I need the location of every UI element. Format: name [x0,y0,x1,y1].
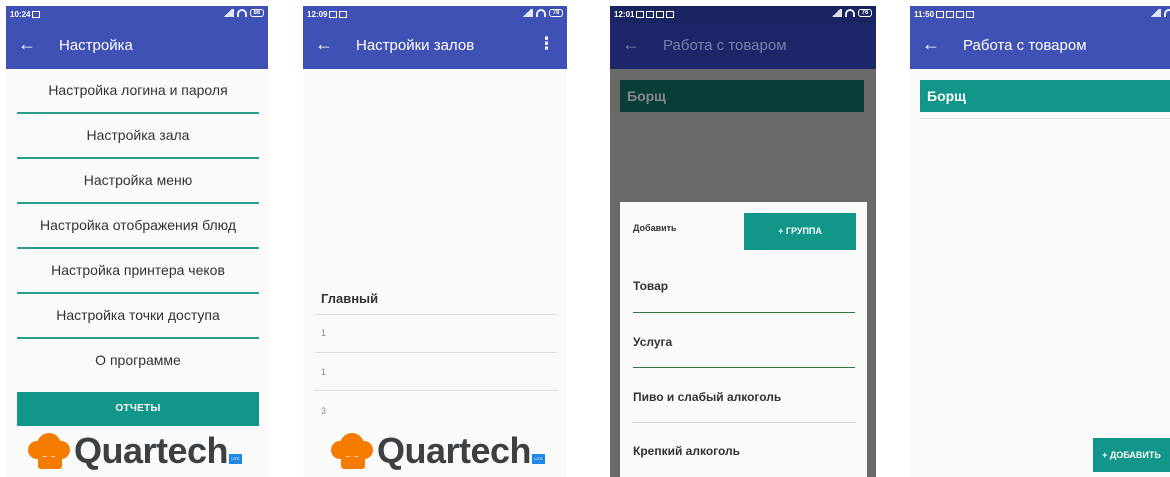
back-arrow-icon[interactable]: ← [18,34,36,54]
status-icons: 78 [521,9,563,17]
hall-row[interactable]: 3 [321,406,326,416]
wifi-icon [536,9,546,17]
divider [633,312,855,313]
add-button[interactable]: + ДОБАВИТЬ [1093,438,1170,472]
wifi-icon [237,9,247,17]
divider [920,118,1170,119]
notification-icon [32,11,41,18]
reports-button[interactable]: ОТЧЕТЫ [17,392,259,426]
status-bar: 12:01 76 [610,6,876,23]
dialog-option-product[interactable]: Товар [633,279,668,293]
divider [315,352,557,353]
menu-item-login-password[interactable]: Настройка логина и пароля [17,69,259,114]
status-bar: 10:24 86 [6,6,268,23]
page-title: Настройка [59,37,133,54]
wifi-icon [1164,9,1170,17]
status-icons [1149,9,1170,17]
add-group-button[interactable]: + ГРУППА [744,213,856,250]
more-vertical-icon[interactable]: ⋮ [538,34,555,54]
status-time: 12:01 [614,10,635,19]
battery-icon: 86 [250,9,264,17]
divider [315,390,557,391]
divider [633,367,855,368]
signal-icon [222,9,234,17]
add-dialog: Добавить + ГРУППА Товар Услуга Пиво и сл… [620,202,867,477]
lite-badge: LITE [229,454,243,464]
app-bar: ← Работа с товаром [910,23,1170,69]
signal-icon [521,9,533,17]
product-work-screen: 11:50 ← Работа с товаром Борщ + ДОБАВИТЬ [910,6,1170,477]
hall-name[interactable]: Главный [321,291,378,306]
lite-badge: LITE [532,454,546,464]
status-time: 12:09 [307,10,328,19]
back-arrow-icon[interactable]: ← [622,34,640,54]
menu-item-access-point[interactable]: Настройка точки доступа [17,294,259,339]
notification-icon [956,11,965,18]
back-arrow-icon[interactable]: ← [922,34,940,54]
menu-item-receipt-printer[interactable]: Настройка принтера чеков [17,249,259,294]
status-icons: 86 [222,9,264,17]
settings-screen: 10:24 86 ← Настройка Настройка логина и … [6,6,268,477]
dialog-option-service[interactable]: Услуга [633,335,672,349]
notification-icon [646,11,655,18]
back-arrow-icon[interactable]: ← [315,34,333,54]
page-title: Настройки залов [356,37,475,54]
menu-item-hall[interactable]: Настройка зала [17,114,259,159]
product-row[interactable]: Борщ [920,80,1170,112]
quartech-logo: Quartech LITE [331,430,546,472]
page-title: Работа с товаром [663,37,787,54]
battery-icon: 76 [858,9,872,17]
app-bar: ← Настройка [6,23,268,69]
divider [633,422,855,423]
dialog-option-strong-alcohol[interactable]: Крепкий алкоголь [633,444,740,458]
status-icons: 76 [830,9,872,17]
app-bar: ← Настройки залов ⋮ [303,23,567,69]
notification-icon [339,11,348,18]
battery-icon: 78 [549,9,563,17]
notification-icon [936,11,945,18]
status-bar: 11:50 [910,6,1170,23]
product-row[interactable]: Борщ [620,80,864,112]
quartech-logo: Quartech LITE [28,430,243,472]
wifi-icon [845,9,855,17]
logo-text: Quartech [377,430,532,471]
menu-item-menu[interactable]: Настройка меню [17,159,259,204]
status-time: 10:24 [10,10,31,19]
status-bar: 12:09 78 [303,6,567,23]
signal-icon [1149,9,1161,17]
signal-icon [830,9,842,17]
notification-icon [666,11,675,18]
notification-icon [329,11,338,18]
status-time: 11:50 [914,10,935,19]
menu-item-about[interactable]: О программе [17,339,259,384]
app-bar: ← Работа с товаром [610,23,876,69]
hall-row[interactable]: 1 [321,367,326,377]
divider [315,314,557,315]
product-work-dialog-screen: 12:01 76 ← Работа с товаром Борщ Добавит… [610,6,876,477]
menu-item-dish-display[interactable]: Настройка отображения блюд [17,204,259,249]
notification-icon [656,11,665,18]
settings-menu: Настройка логина и пароля Настройка зала… [17,69,259,384]
dialog-option-beer[interactable]: Пиво и слабый алкоголь [633,390,781,404]
chef-hat-icon [28,431,72,471]
notification-icon [636,11,645,18]
page-title: Работа с товаром [963,37,1087,54]
hall-settings-screen: 12:09 78 ← Настройки залов ⋮ Главный 1 1… [303,6,567,477]
dialog-add-label: Добавить [633,223,677,233]
notification-icon [966,11,975,18]
logo-text: Quartech [74,430,229,471]
notification-icon [946,11,955,18]
hall-row[interactable]: 1 [321,328,326,338]
chef-hat-icon [331,431,375,471]
